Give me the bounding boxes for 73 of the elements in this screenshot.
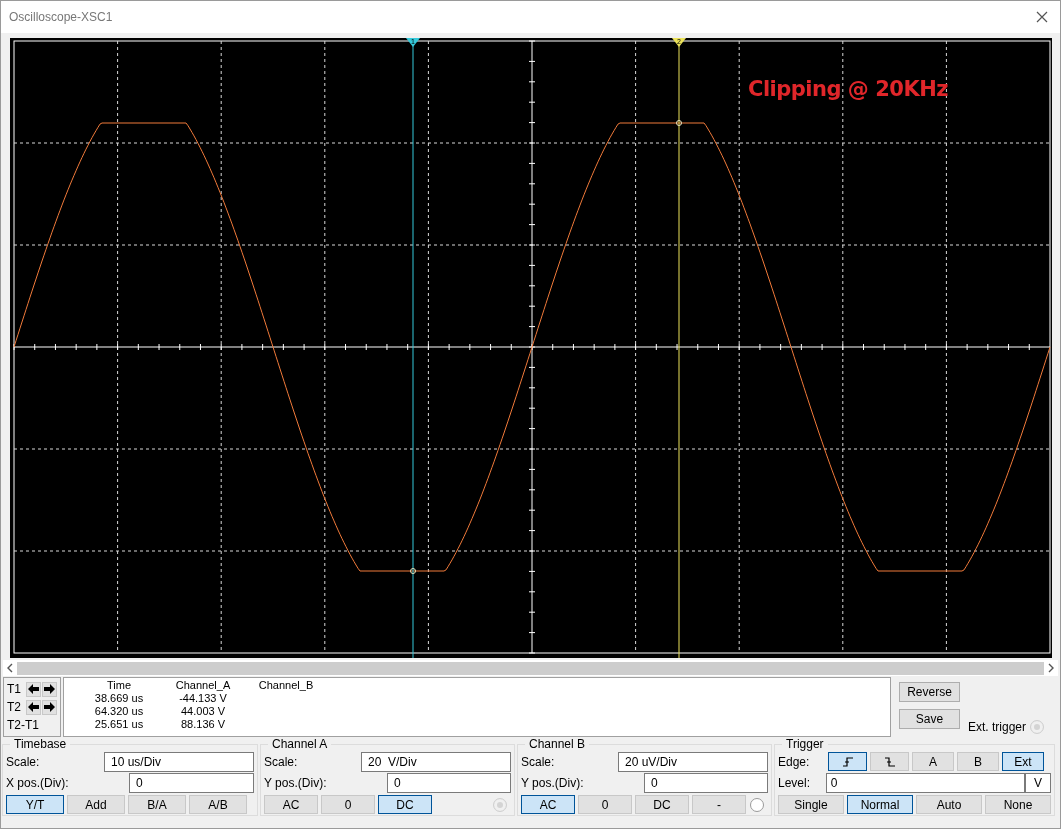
coupling-button[interactable]: AC bbox=[521, 795, 575, 814]
table-cell-text: 64.320 us bbox=[93, 705, 145, 718]
input-field[interactable]: 20 uV/Div bbox=[618, 751, 768, 772]
right-arrow-icon bbox=[44, 684, 55, 694]
coupling-button[interactable]: DC bbox=[378, 795, 432, 814]
coupling-button[interactable]: AC bbox=[264, 795, 318, 814]
input-field[interactable]: 0 bbox=[129, 772, 254, 793]
table-cell-text: 38.669 us bbox=[93, 692, 145, 705]
right-arrow-button[interactable] bbox=[42, 699, 57, 715]
cursor-label: T2-T1 bbox=[7, 717, 39, 734]
field-label: X pos.(Div): bbox=[6, 774, 69, 792]
right-arrow-button[interactable] bbox=[42, 681, 57, 697]
trigger-mode-button[interactable]: Single bbox=[778, 795, 844, 814]
side-button[interactable]: Save bbox=[899, 709, 960, 729]
coupling-button[interactable]: DC bbox=[635, 795, 689, 814]
input-field[interactable]: 0 bbox=[825, 772, 1026, 793]
close-icon[interactable] bbox=[1036, 11, 1048, 23]
coupling-button[interactable]: 0 bbox=[578, 795, 632, 814]
coupling-button[interactable]: 0 bbox=[321, 795, 375, 814]
left-arrow-icon bbox=[28, 702, 39, 712]
mode-button[interactable]: Add bbox=[67, 795, 125, 814]
field-label: Scale: bbox=[6, 753, 40, 771]
cursor-handle[interactable] bbox=[406, 38, 420, 47]
trigger-mode-button[interactable]: Auto bbox=[916, 795, 982, 814]
column-header: Time bbox=[105, 679, 132, 692]
table-cell-text: 44.003 V bbox=[179, 705, 226, 718]
group-title: Channel B bbox=[528, 737, 587, 751]
field-label: Y pos.(Div): bbox=[264, 774, 327, 792]
side-button[interactable]: Reverse bbox=[899, 682, 960, 702]
input-field[interactable]: 0 bbox=[387, 772, 511, 793]
source-button[interactable]: Ext bbox=[1002, 752, 1044, 771]
group-title: Channel A bbox=[271, 737, 329, 751]
radio-button[interactable] bbox=[750, 797, 764, 812]
mode-button[interactable]: Y/T bbox=[6, 795, 64, 814]
rising-edge-icon bbox=[841, 755, 854, 768]
field-label: Scale: bbox=[521, 753, 555, 771]
cursor-label: T1 bbox=[7, 681, 21, 698]
source-button[interactable]: A bbox=[912, 752, 954, 771]
field-label: Edge: bbox=[778, 753, 811, 771]
left-arrow-icon bbox=[28, 684, 39, 694]
column-header: Channel_B bbox=[257, 679, 315, 692]
mode-button[interactable]: A/B bbox=[189, 795, 247, 814]
field-label: Scale: bbox=[264, 753, 298, 771]
coupling-button[interactable]: - bbox=[692, 795, 746, 814]
source-button[interactable]: B bbox=[957, 752, 999, 771]
table-cell-text: 88.136 V bbox=[179, 718, 226, 731]
input-field[interactable]: 0 bbox=[644, 772, 768, 793]
field-label: Level: bbox=[778, 774, 812, 792]
group-title: Timebase bbox=[13, 737, 68, 751]
horizontal-scrollbar[interactable] bbox=[3, 660, 1058, 676]
column-header: Channel_A bbox=[174, 679, 232, 692]
left-arrow-button[interactable] bbox=[26, 699, 41, 715]
group-title: Trigger bbox=[785, 737, 825, 751]
table-cell-text: 25.651 us bbox=[93, 718, 145, 731]
mode-button[interactable]: B/A bbox=[128, 795, 186, 814]
cursor-handle[interactable] bbox=[672, 38, 686, 47]
falling-edge-icon bbox=[883, 755, 896, 768]
left-arrow-button[interactable] bbox=[26, 681, 41, 697]
table-cell-text: -44.133 V bbox=[178, 692, 228, 705]
input-field[interactable]: 20 V/Div bbox=[361, 751, 511, 772]
cursor-label: T2 bbox=[7, 699, 21, 716]
edge-button[interactable] bbox=[828, 752, 867, 771]
right-arrow-icon bbox=[44, 702, 55, 712]
unit-label: V bbox=[1025, 772, 1051, 793]
cursor-marker bbox=[676, 120, 682, 126]
annotation-text: Clipping @ 20KHz bbox=[748, 76, 948, 103]
window-title: Oscilloscope-XSC1 bbox=[9, 9, 113, 26]
trigger-mode-button[interactable]: None bbox=[985, 795, 1051, 814]
input-field[interactable]: 10 us/Div bbox=[104, 751, 254, 772]
trigger-mode-button[interactable]: Normal bbox=[847, 795, 913, 814]
ext-trigger-label: Ext. trigger bbox=[968, 719, 1027, 736]
field-label: Y pos.(Div): bbox=[521, 774, 584, 792]
cursor-marker bbox=[410, 568, 416, 574]
